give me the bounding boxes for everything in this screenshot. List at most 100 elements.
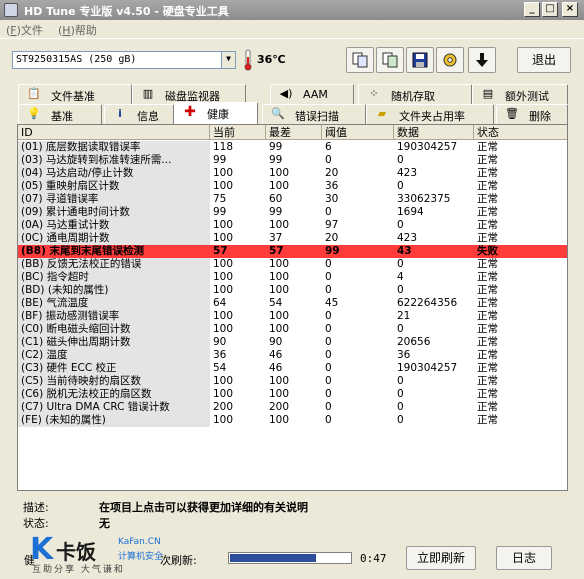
close-icon[interactable]: × [562,2,578,17]
cell-status: 正常 [477,297,498,309]
table-row[interactable]: (05) 重映射扇区计数 100 100 36 0 正常 [18,180,567,193]
folder-usage-icon: ▰ [377,107,387,120]
table-row[interactable]: (03) 马达旋转到标准转速所需... 99 99 0 0 正常 [18,154,567,167]
cell-threshold: 20 [325,167,339,179]
window-title: HD Tune 专业版 v4.50 - 硬盘专业工具 [24,5,229,18]
cell-current: 100 [213,271,234,283]
copy-screenshot-button[interactable] [376,47,404,73]
cell-worst: 100 [269,219,290,231]
cell-worst: 99 [269,141,283,153]
tab-disk-monitor[interactable]: ▥ 磁盘监视器 [132,84,246,104]
cell-current: 99 [213,206,227,218]
cell-worst: 46 [269,349,283,361]
log-button[interactable]: 日志 [496,546,552,570]
cell-status: 正常 [477,206,498,218]
table-row[interactable]: (FE) (未知的属性) 100 100 0 0 正常 [18,414,567,427]
kafan-watermark: K 卡饭 KaFan.CN 计算机安全 互助分享 大气谦和 [30,532,163,578]
tab-folder-usage[interactable]: ▰ 文件夹占用率 [366,104,494,124]
cell-data: 190304257 [397,362,458,374]
drive-select[interactable]: ST9250315AS (250 gB) ▼ [12,51,236,69]
cell-id: (03) 马达旋转到标准转速所需... [18,154,210,167]
cell-threshold: 0 [325,323,332,335]
table-row[interactable]: (0A) 马达重试计数 100 100 97 0 正常 [18,219,567,232]
cell-current: 118 [213,141,234,153]
cell-id: (FE) (未知的属性) [18,414,210,427]
next-refresh-label: 次刷新: [160,554,197,567]
tab-benchmark[interactable]: 💡 基准 [18,104,102,124]
cell-id: (BB) 反馈无法校正的错误 [18,258,210,271]
cell-data: 423 [397,232,418,244]
table-row[interactable]: (07) 寻道错误率 75 60 30 33062375 正常 [18,193,567,206]
table-row[interactable]: (C1) 磁头伸出周期计数 90 90 0 20656 正常 [18,336,567,349]
cell-data: 0 [397,401,404,413]
column-header-threshold[interactable]: 阈值 [322,125,394,140]
cell-data: 20656 [397,336,431,348]
column-header-current[interactable]: 当前 [210,125,266,140]
table-row[interactable]: (BF) 振动感测错误率 100 100 0 21 正常 [18,310,567,323]
column-header-id[interactable]: ID [18,125,210,140]
cell-current: 75 [213,193,227,205]
table-row[interactable]: (B8) 末尾到末尾错误检测 57 57 99 43 失败 [18,245,567,258]
cell-id: (09) 累计通电时间计数 [18,206,210,219]
cell-current: 100 [213,284,234,296]
toolbar: ST9250315AS (250 gB) ▼ 36℃ 退出 [0,38,584,78]
cell-data: 0 [397,154,404,166]
table-row[interactable]: (C0) 断电磁头缩回计数 100 100 0 0 正常 [18,323,567,336]
table-row[interactable]: (BC) 指令超时 100 100 0 4 正常 [18,271,567,284]
menu-help[interactable]: (H)帮助 [58,22,97,38]
cell-current: 100 [213,323,234,335]
tab-error-scan[interactable]: 🔍 错误扫描 [262,104,366,124]
tab-info[interactable]: i 信息 [104,104,174,124]
tab-file-benchmark[interactable]: 📋 文件基准 [18,84,132,104]
save-button[interactable] [406,47,434,73]
tab-aam[interactable]: ◀) AAM [270,84,354,104]
minimize-icon[interactable]: _ [524,2,540,17]
table-row[interactable]: (C7) Ultra DMA CRC 错误计数 200 200 0 0 正常 [18,401,567,414]
table-row[interactable]: (0C) 通电周期计数 100 37 20 423 正常 [18,232,567,245]
table-row[interactable]: (C3) 硬件 ECC 校正 54 46 0 190304257 正常 [18,362,567,375]
cell-worst: 100 [269,388,290,400]
cell-worst: 99 [269,206,283,218]
column-header-status[interactable]: 状态 [474,125,567,140]
cell-id: (C1) 磁头伸出周期计数 [18,336,210,349]
cell-status: 正常 [477,284,498,296]
table-row[interactable]: (01) 底层数据读取错误率 118 99 6 190304257 正常 [18,141,567,154]
cell-current: 100 [213,219,234,231]
cell-worst: 57 [269,245,284,257]
table-row[interactable]: (BE) 气流温度 64 54 45 622264356 正常 [18,297,567,310]
tab-health[interactable]: ✚ 健康 [174,102,258,124]
cell-current: 99 [213,154,227,166]
table-row[interactable]: (C5) 当前待映射的扇区数 100 100 0 0 正常 [18,375,567,388]
random-access-icon: ⁘ [369,87,379,100]
tab-random-access[interactable]: ⁘ 随机存取 [358,84,472,104]
cell-id: (C7) Ultra DMA CRC 错误计数 [18,401,210,414]
drive-select-value: ST9250315AS (250 gB) [16,54,137,65]
table-row[interactable]: (09) 累计通电时间计数 99 99 0 1694 正常 [18,206,567,219]
copy-text-button[interactable] [346,47,374,73]
column-header-worst[interactable]: 最差 [266,125,322,140]
disk-monitor-icon: ▥ [142,87,154,100]
table-row[interactable]: (C2) 温度 36 46 0 36 正常 [18,349,567,362]
cell-current: 200 [213,401,234,413]
tab-erase[interactable]: 🗑 删除 [496,104,568,124]
cell-status: 正常 [477,388,498,400]
options-button[interactable] [436,47,464,73]
tab-extra-tests[interactable]: ▤ 额外测试 [472,84,568,104]
download-button[interactable] [468,47,496,73]
cell-current: 64 [213,297,227,309]
maximize-icon[interactable]: □ [542,2,558,17]
cell-threshold: 0 [325,271,332,283]
refresh-now-button[interactable]: 立即刷新 [406,546,476,570]
menu-bar: (F)文件 (H)帮助 [0,20,584,38]
cell-id: (C6) 脱机无法校正的扇区数 [18,388,210,401]
chevron-down-icon[interactable]: ▼ [221,52,235,68]
table-row[interactable]: (BD) (未知的属性) 100 100 0 0 正常 [18,284,567,297]
table-row[interactable]: (04) 马达启动/停止计数 100 100 20 423 正常 [18,167,567,180]
table-row[interactable]: (BB) 反馈无法校正的错误 100 100 0 0 正常 [18,258,567,271]
cell-status: 正常 [477,401,498,413]
menu-file[interactable]: (F)文件 [6,22,43,38]
cell-data: 36 [397,349,411,361]
table-row[interactable]: (C6) 脱机无法校正的扇区数 100 100 0 0 正常 [18,388,567,401]
column-header-data[interactable]: 数据 [394,125,474,140]
exit-button[interactable]: 退出 [517,47,571,73]
